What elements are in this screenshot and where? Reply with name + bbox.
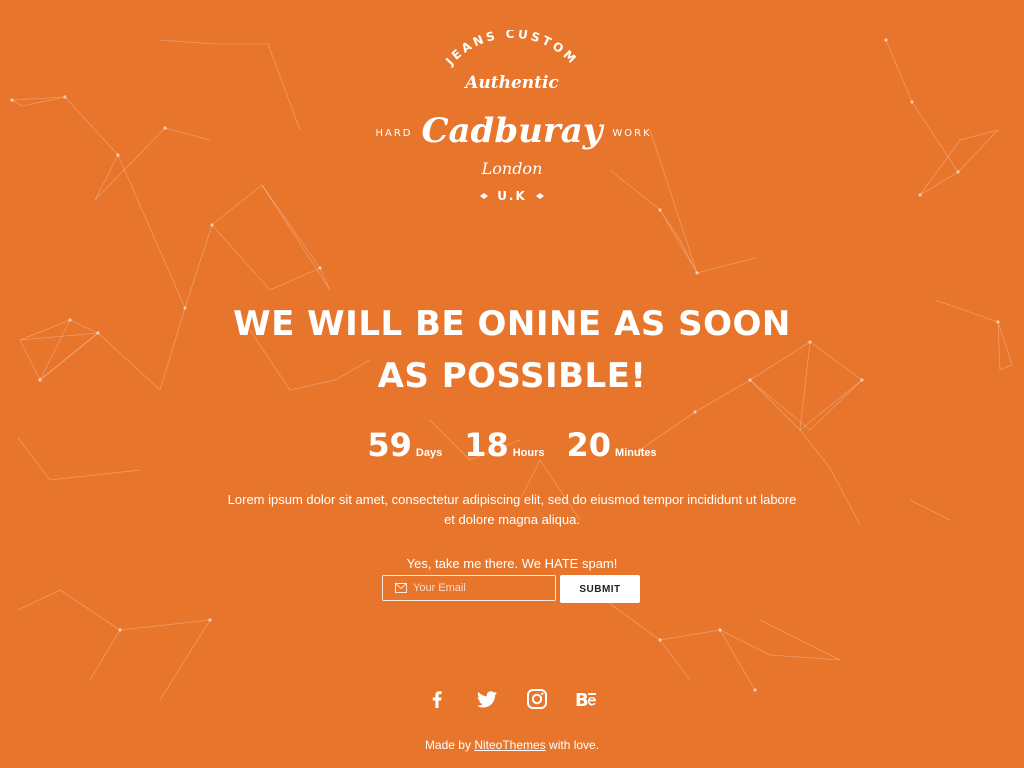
footer-prefix: Made by	[424, 738, 471, 752]
countdown-days: 59 Days	[367, 426, 442, 464]
headline-line-1: WE WILL BE ONINE AS SOON	[233, 304, 791, 344]
logo-country: U.K	[497, 189, 527, 203]
instagram-link[interactable]	[525, 687, 549, 711]
page-headline: WE WILL BE ONINE AS SOON AS POSSIBLE!	[0, 298, 1024, 402]
countdown-value: 59	[367, 426, 412, 464]
behance-link[interactable]: B	[575, 687, 599, 711]
footer-suffix: with love.	[549, 738, 600, 752]
logo-left-word: HARD	[375, 128, 412, 139]
brand-logo: JEANS CUSTOM Authentic HARD Cadburay WOR…	[362, 27, 662, 210]
envelope-icon	[395, 583, 407, 593]
description-text: Lorem ipsum dolor sit amet, consectetur …	[227, 492, 797, 527]
countdown-unit: Days	[415, 447, 443, 459]
headline-line-2: AS POSSIBLE!	[377, 356, 647, 396]
countdown-value: 20	[566, 426, 612, 464]
twitter-icon	[477, 691, 497, 708]
logo-right-word: WORK	[612, 128, 651, 139]
social-links: B	[0, 687, 1024, 711]
logo-arc-text: JEANS CUSTOM	[442, 30, 581, 69]
behance-icon: B	[575, 690, 596, 711]
logo-brand-name: Cadburay	[421, 111, 604, 151]
submit-button[interactable]: SUBMIT	[560, 575, 640, 603]
countdown-value: 18	[464, 426, 509, 464]
facebook-link[interactable]	[425, 687, 449, 711]
email-field[interactable]	[382, 575, 556, 601]
countdown-minutes: 20 Minutes	[567, 426, 657, 464]
instagram-icon	[527, 689, 547, 709]
countdown-hours: 18 Hours	[464, 426, 544, 464]
facebook-icon	[432, 691, 442, 708]
logo-script-top: Authentic	[463, 73, 559, 93]
subscribe-form: SUBMIT	[382, 575, 640, 603]
countdown-unit: Minutes	[615, 447, 657, 459]
logo-city: London	[481, 159, 543, 178]
niteothemes-link[interactable]: NiteoThemes	[474, 738, 545, 752]
footer-credit: Made by NiteoThemes with love.	[0, 738, 1024, 752]
countdown-timer: 59 Days 18 Hours 20 Minutes	[0, 426, 1024, 464]
email-input[interactable]	[413, 582, 553, 594]
countdown-unit: Hours	[512, 447, 545, 459]
subscribe-note: Yes, take me there. We HATE spam!	[406, 556, 618, 571]
twitter-link[interactable]	[475, 687, 499, 711]
svg-text:B: B	[575, 690, 589, 711]
